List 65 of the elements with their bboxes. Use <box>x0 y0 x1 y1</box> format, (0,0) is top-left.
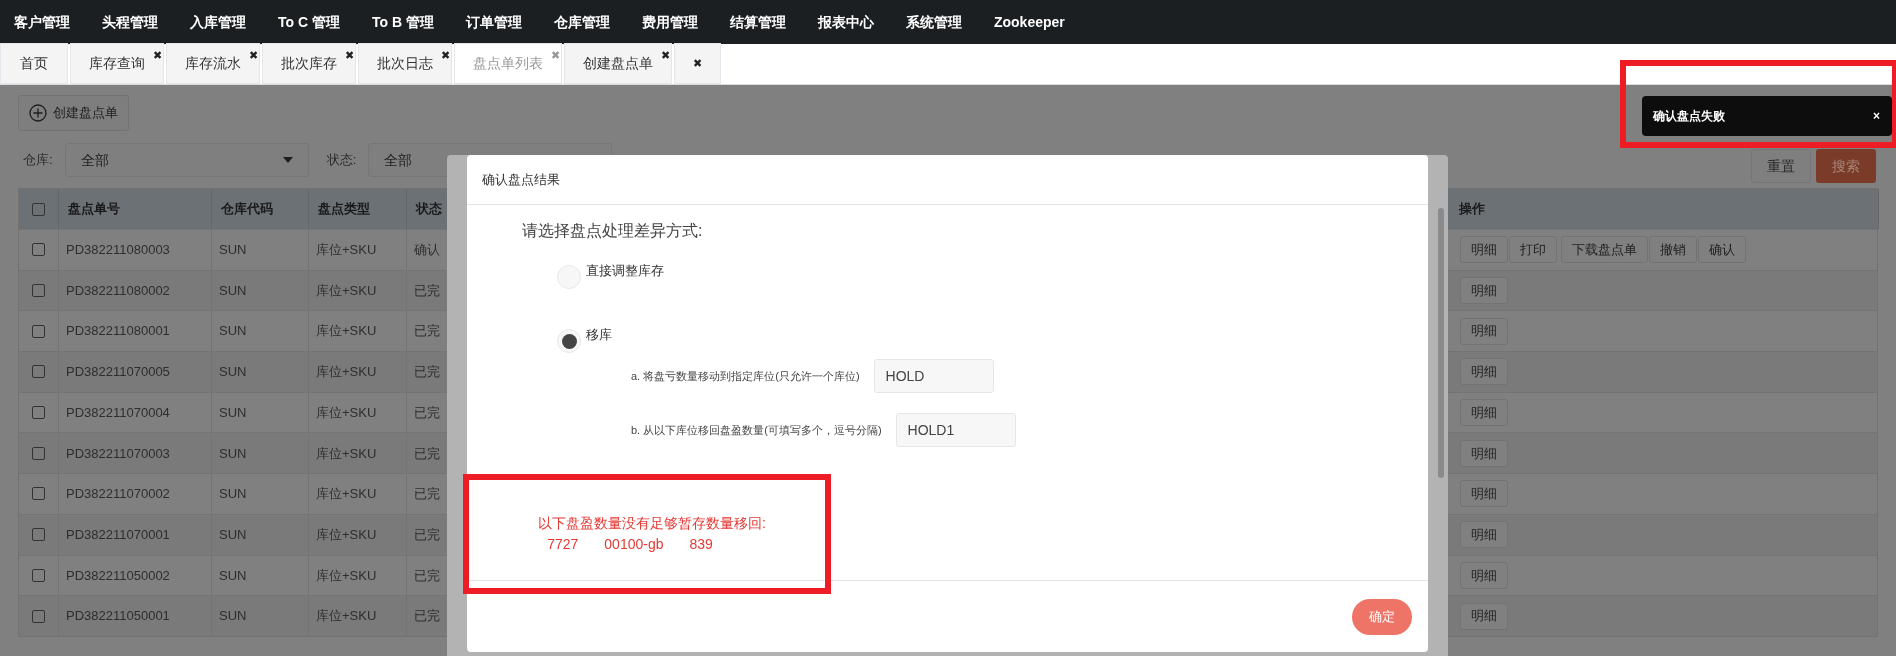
column-header: 盘点单号 <box>68 200 120 219</box>
table-cell-text: 已完 <box>414 485 440 504</box>
table-cell-text: 库位+SKU <box>316 363 377 382</box>
table-cell-text: PD382211050002 <box>66 566 170 585</box>
table-cell-text: PD382211070002 <box>66 485 170 504</box>
table-cell-text: SUN <box>219 241 247 260</box>
error-message: 以下盘盈数量没有足够暂存数量移回: <box>538 514 766 533</box>
table-cell-text: 已完 <box>414 566 440 585</box>
table-cell-text: SUN <box>219 607 247 626</box>
tab-label: 库存查询 <box>89 54 145 73</box>
column-header: 盘点类型 <box>318 200 370 219</box>
radio-label: 直接调整库存 <box>586 262 664 280</box>
tab-label: 批次日志 <box>377 54 433 73</box>
radio-label: 移库 <box>586 326 612 344</box>
table-cell-text: 库位+SKU <box>316 403 377 422</box>
table-cell-text: PD382211070004 <box>66 403 170 422</box>
filter-label: 仓库: <box>23 151 53 170</box>
table-cell-text: PD382211070003 <box>66 444 170 463</box>
table-cell-text: PD382211070001 <box>66 525 170 544</box>
tab-label: 库存流水 <box>185 54 241 73</box>
table-cell-text: 库位+SKU <box>316 322 377 341</box>
column-header: 仓库代码 <box>221 200 273 219</box>
table-cell-text: PD382211080003 <box>66 241 170 260</box>
toast-message: 确认盘点失败 <box>1653 108 1725 125</box>
table-cell-text: SUN <box>219 485 247 504</box>
field-label: b. 从以下库位移回盘盈数量(可填写多个，逗号分隔) <box>631 422 882 438</box>
table-cell-text: 库位+SKU <box>316 525 377 544</box>
table-cell-text: PD382211070005 <box>66 363 170 382</box>
table-cell-text: 确认 <box>414 241 440 260</box>
tab-label: 创建盘点单 <box>583 54 653 73</box>
table-cell-text: SUN <box>219 322 247 341</box>
field-label: a. 将盘亏数量移动到指定库位(只允许一个库位) <box>631 368 860 384</box>
table-cell-text: SUN <box>219 363 247 382</box>
table-cell-text: PD382211050001 <box>66 607 170 626</box>
table-cell-text: 已完 <box>414 363 440 382</box>
table-cell-text: 已完 <box>414 607 440 626</box>
dialog-title: 确认盘点结果 <box>482 170 560 189</box>
error-item: 7727 <box>547 535 579 554</box>
tab-label: 盘点单列表 <box>473 54 543 73</box>
table-cell-text: 库位+SKU <box>316 241 377 260</box>
error-item: 839 <box>689 535 713 554</box>
table-cell-text: 已完 <box>414 322 440 341</box>
filter-label: 状态: <box>326 151 357 170</box>
table-cell-text: 已完 <box>414 444 440 463</box>
tab-label: 批次库存 <box>281 54 337 73</box>
table-cell-text: 已完 <box>414 525 440 544</box>
table-cell-text: SUN <box>219 444 247 463</box>
table-cell-text: 库位+SKU <box>316 444 377 463</box>
table-cell-text: 库位+SKU <box>316 607 377 626</box>
table-cell-text: PD382211080002 <box>66 281 170 300</box>
table-cell-text: 已完 <box>414 403 440 422</box>
table-cell-text: 库位+SKU <box>316 281 377 300</box>
column-header: 状态 <box>416 200 442 219</box>
table-cell-text: 已完 <box>414 281 440 300</box>
table-cell-text: SUN <box>219 403 247 422</box>
table-cell-text: 库位+SKU <box>316 566 377 585</box>
table-cell-text: SUN <box>219 566 247 585</box>
error-item: 00100-gb <box>604 535 664 554</box>
column-header: 操作 <box>1459 200 1485 219</box>
table-cell-text: SUN <box>219 281 247 300</box>
table-cell-text: SUN <box>219 525 247 544</box>
tab-label: 首页 <box>20 54 48 73</box>
table-cell-text: PD382211080001 <box>66 322 170 341</box>
dialog-prompt: 请选择盘点处理差异方式: <box>522 221 704 241</box>
table-cell-text: 库位+SKU <box>316 485 377 504</box>
